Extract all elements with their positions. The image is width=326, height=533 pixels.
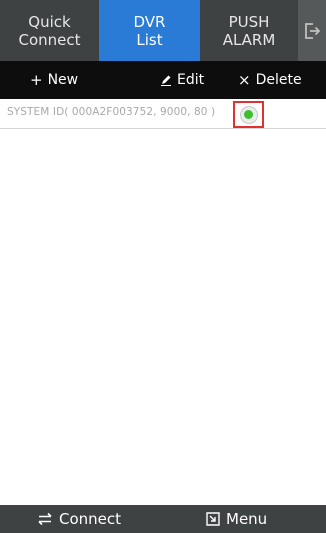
edit-label: Edit bbox=[177, 72, 205, 88]
tab-quick-connect[interactable]: Quick Connect bbox=[0, 0, 99, 61]
tab-label-line2: List bbox=[136, 30, 163, 49]
tab-label-line2: ALARM bbox=[222, 30, 276, 49]
connect-button[interactable]: Connect bbox=[37, 505, 121, 533]
tab-dvr-list[interactable]: DVR List bbox=[99, 0, 200, 61]
pencil-icon bbox=[161, 75, 171, 86]
new-button[interactable]: + New bbox=[30, 61, 78, 99]
list-toolbar: + New Edit × Delete bbox=[0, 61, 326, 99]
tab-label-line1: PUSH bbox=[228, 12, 270, 31]
new-label: New bbox=[47, 72, 79, 88]
edit-button[interactable]: Edit bbox=[160, 61, 204, 99]
close-icon: × bbox=[238, 71, 251, 89]
tab-label-line1: DVR bbox=[133, 12, 166, 31]
menu-label: Menu bbox=[226, 510, 268, 528]
dvr-list-item[interactable]: SYSTEM ID( 000A2F003752, 9000, 80 ) bbox=[0, 99, 326, 129]
menu-icon bbox=[206, 512, 220, 526]
connection-status-highlight[interactable] bbox=[233, 101, 264, 128]
swap-arrows-icon bbox=[38, 512, 52, 526]
tab-label-line1: Quick bbox=[28, 12, 71, 31]
top-tab-bar: Quick Connect DVR List PUSH ALARM bbox=[0, 0, 326, 61]
delete-label: Delete bbox=[255, 72, 302, 88]
delete-button[interactable]: × Delete bbox=[238, 61, 302, 99]
menu-button[interactable]: Menu bbox=[206, 505, 267, 533]
tab-push-alarm[interactable]: PUSH ALARM bbox=[200, 0, 298, 61]
tab-label-line2: Connect bbox=[18, 30, 81, 49]
exit-button[interactable] bbox=[298, 0, 326, 61]
status-indicator-icon bbox=[239, 105, 258, 124]
exit-icon bbox=[305, 22, 321, 39]
status-dot bbox=[244, 110, 253, 119]
dvr-system-id: SYSTEM ID( 000A2F003752, 9000, 80 ) bbox=[7, 106, 216, 118]
connect-label: Connect bbox=[59, 510, 122, 528]
bottom-bar: Connect Menu bbox=[0, 505, 326, 533]
plus-icon: + bbox=[30, 71, 43, 89]
